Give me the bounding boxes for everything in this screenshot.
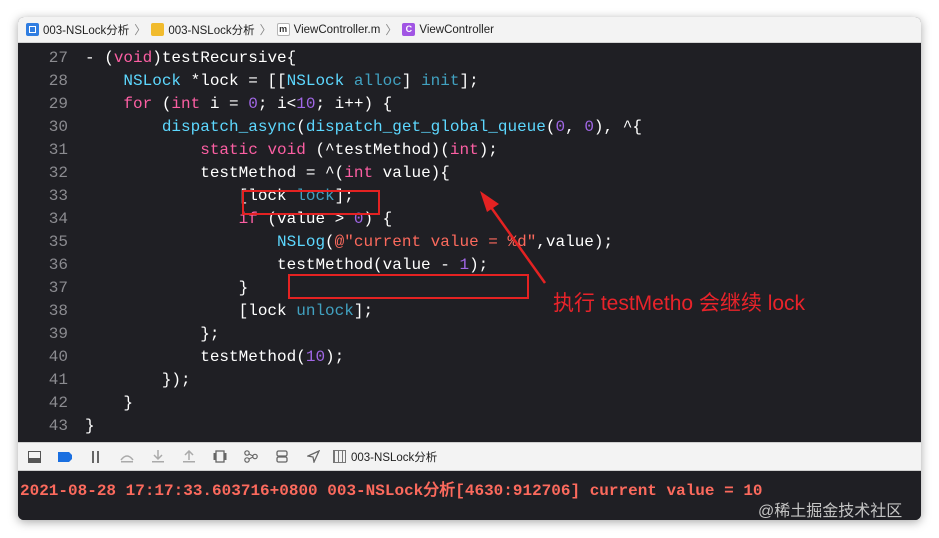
annotation-arrow-head <box>480 191 499 212</box>
breakpoints-icon[interactable] <box>58 450 72 464</box>
breadcrumb-project[interactable]: 003-NSLock分析 <box>26 22 129 38</box>
pause-icon[interactable] <box>89 450 103 464</box>
source-editor[interactable]: 27- (void)testRecursive{28 NSLock *lock … <box>18 44 921 442</box>
debug-target-label: 003-NSLock分析 <box>351 451 438 464</box>
watermark: @稀土掘金技术社区 <box>758 503 903 520</box>
breadcrumb-symbol[interactable]: C ViewController <box>402 23 494 36</box>
breadcrumb-label: ViewController <box>419 23 494 36</box>
app-target-icon <box>333 450 346 463</box>
objc-file-icon: m <box>276 23 290 36</box>
debug-target-selector[interactable]: 003-NSLock分析 <box>333 449 437 465</box>
chevron-right-icon: 〉 <box>385 23 398 37</box>
annotation-arrow-shaft <box>486 202 547 284</box>
location-icon[interactable] <box>306 450 320 464</box>
breadcrumb-label: 003-NSLock分析 <box>43 24 130 37</box>
chevron-right-icon: 〉 <box>134 23 147 37</box>
folder-icon <box>151 23 165 36</box>
environment-icon[interactable] <box>275 450 289 464</box>
breadcrumb-group[interactable]: 003-NSLock分析 <box>151 22 255 38</box>
xcode-window: 003-NSLock分析 〉 003-NSLock分析 〉 m ViewCont… <box>18 17 921 520</box>
console-output-line: 2021-08-28 17:17:33.603716+0800 003-NSLo… <box>20 482 763 500</box>
hide-console-icon[interactable] <box>27 450 41 464</box>
step-out-icon[interactable] <box>182 450 196 464</box>
jump-bar: 003-NSLock分析 〉 003-NSLock分析 〉 m ViewCont… <box>18 17 921 43</box>
breadcrumb-label: ViewController.m <box>293 23 381 36</box>
breadcrumb-file[interactable]: m ViewController.m <box>276 23 381 36</box>
memory-graph-icon[interactable] <box>244 450 258 464</box>
step-over-icon[interactable] <box>120 450 134 464</box>
breadcrumb-label: 003-NSLock分析 <box>168 24 255 37</box>
view-debugger-icon[interactable] <box>213 450 227 464</box>
xcode-project-icon <box>26 23 39 36</box>
step-into-icon[interactable] <box>151 450 165 464</box>
annotation-arrow <box>480 191 547 284</box>
annotation-text: 执行 testMetho 会继续 lock <box>553 292 806 315</box>
chevron-right-icon: 〉 <box>259 23 272 37</box>
debug-bar: 003-NSLock分析 <box>18 442 921 471</box>
class-icon: C <box>402 23 416 36</box>
